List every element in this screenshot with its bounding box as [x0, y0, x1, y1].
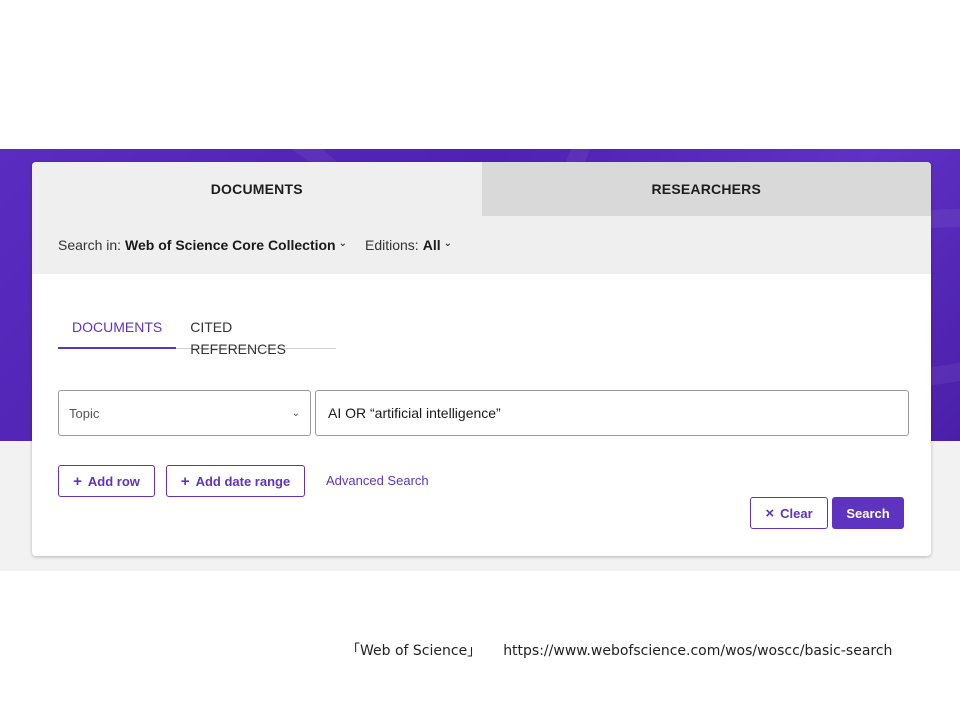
plus-icon: +	[180, 472, 190, 490]
editions-dropdown[interactable]: All ⌄	[423, 237, 452, 253]
collection-dropdown[interactable]: Web of Science Core Collection ⌄	[125, 237, 347, 253]
top-tabs: DOCUMENTS RESEARCHERS	[32, 162, 931, 216]
query-input[interactable]	[315, 390, 909, 436]
field-select-value: Topic	[69, 405, 100, 421]
plus-icon: +	[73, 472, 82, 490]
add-date-range-label: Add date range	[195, 473, 291, 489]
chevron-down-icon: ⌄	[338, 237, 347, 249]
subtab-documents[interactable]: DOCUMENTS	[58, 316, 177, 349]
search-in-label: Search in:	[58, 237, 122, 253]
caption-url: https://www.webofscience.com/wos/woscc/b…	[503, 643, 893, 659]
editions-label: Editions:	[365, 237, 419, 253]
subtab-cited-references[interactable]: CITED REFERENCES	[176, 316, 336, 357]
search-in-bar: Search in: Web of Science Core Collectio…	[32, 216, 931, 274]
tab-documents[interactable]: DOCUMENTS	[32, 162, 482, 216]
field-select[interactable]: Topic ⌄	[58, 390, 311, 436]
close-icon: ×	[765, 504, 775, 522]
add-row-button[interactable]: + Add row	[58, 465, 155, 497]
clear-label: Clear	[780, 505, 813, 521]
collection-value: Web of Science Core Collection	[125, 237, 336, 253]
search-card: DOCUMENTS RESEARCHERS Search in: Web of …	[32, 162, 931, 556]
add-row-label: Add row	[87, 473, 140, 489]
search-button[interactable]: Search	[832, 497, 904, 529]
sub-tabs: DOCUMENTS CITED REFERENCES	[58, 316, 336, 357]
chevron-down-icon: ⌄	[291, 407, 300, 419]
source-caption: 「Web of Science」 https://www.webofscience…	[346, 640, 892, 660]
caption-source: 「Web of Science」	[346, 643, 482, 659]
tab-researchers[interactable]: RESEARCHERS	[481, 162, 931, 216]
chevron-down-icon: ⌄	[443, 237, 452, 249]
advanced-search-link[interactable]: Advanced Search	[326, 473, 429, 488]
add-date-range-button[interactable]: + Add date range	[166, 465, 305, 497]
editions-value: All	[422, 237, 441, 253]
clear-button[interactable]: × Clear	[750, 497, 828, 529]
